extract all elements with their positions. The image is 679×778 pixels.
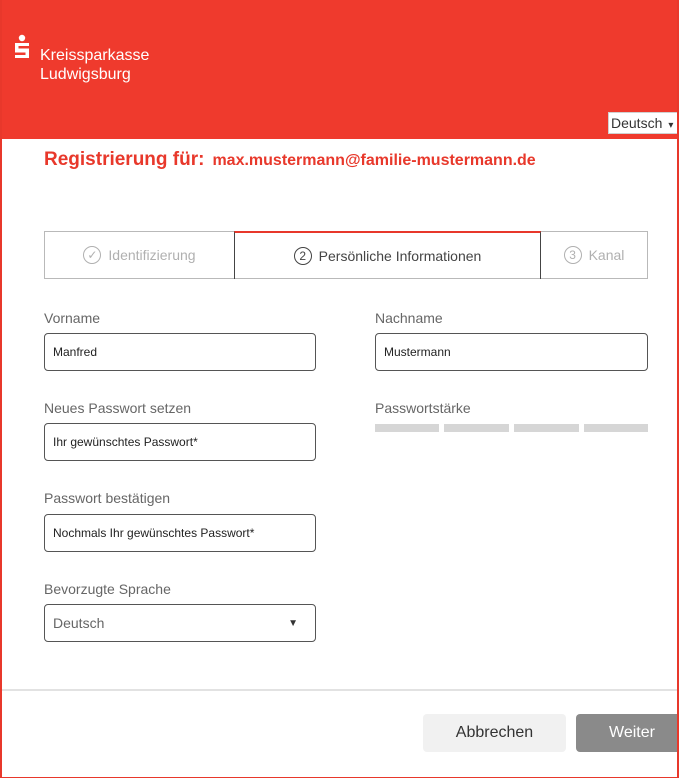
registration-label: Registrierung für: xyxy=(44,149,205,170)
step-number: 2 xyxy=(293,247,312,265)
preferred-language-value: Deutsch xyxy=(53,615,105,631)
chevron-down-icon: ▾ xyxy=(668,120,674,131)
step-number: 3 xyxy=(563,246,582,264)
language-select-value: Deutsch xyxy=(611,115,663,131)
lastname-input[interactable]: Mustermann xyxy=(375,333,648,371)
app-frame: Kreissparkasse Ludwigsburg Deutsch ▾ Regi… xyxy=(0,0,679,778)
registration-title: Registrierung für: max.mustermann@familie… xyxy=(44,149,536,171)
step-identifizierung[interactable]: ✓ Identifizierung xyxy=(45,232,234,278)
firstname-input[interactable]: Manfred xyxy=(44,333,316,371)
preferred-language-select[interactable]: Deutsch ▼ xyxy=(44,604,316,642)
password-strength-segment xyxy=(514,424,579,432)
password-strength-label: Passwortstärke xyxy=(375,400,471,416)
cancel-button[interactable]: Abbrechen xyxy=(423,714,566,752)
step-label: Persönliche Informationen xyxy=(318,248,482,264)
next-button[interactable]: Weiter xyxy=(576,714,677,752)
language-select[interactable]: Deutsch ▾ xyxy=(608,112,677,134)
password-strength-segment xyxy=(584,424,648,432)
brand-line-2: Ludwigsburg xyxy=(40,66,131,83)
header-bar: Kreissparkasse Ludwigsburg Deutsch ▾ xyxy=(2,0,677,139)
step-kanal[interactable]: 3 Kanal xyxy=(541,232,647,278)
registration-email: max.mustermann@familie-mustermann.de xyxy=(212,152,536,169)
sparkasse-logo-icon xyxy=(15,34,29,58)
step-indicator: ✓ Identifizierung 2 Persönliche Informat… xyxy=(44,231,648,279)
checkmark-icon: ✓ xyxy=(83,246,102,264)
step-label: Identifizierung xyxy=(108,247,196,263)
chevron-down-icon: ▼ xyxy=(288,618,298,629)
confirm-password-input[interactable]: Nochmals Ihr gewünschtes Passwort* xyxy=(44,514,316,552)
brand-name: Kreissparkasse Ludwigsburg xyxy=(40,46,149,84)
lastname-label: Nachname xyxy=(375,310,443,326)
password-strength-segment xyxy=(375,424,439,432)
firstname-label: Vorname xyxy=(44,310,101,326)
confirm-password-label: Passwort bestätigen xyxy=(44,490,171,506)
preferred-language-label: Bevorzugte Sprache xyxy=(44,581,171,597)
footer-divider xyxy=(2,689,677,691)
new-password-input[interactable]: Ihr gewünschtes Passwort* xyxy=(44,423,316,461)
password-strength-segment xyxy=(444,424,509,432)
new-password-label: Neues Passwort setzen xyxy=(44,400,192,416)
step-persoenliche-informationen[interactable]: 2 Persönliche Informationen xyxy=(234,231,541,279)
step-label: Kanal xyxy=(588,247,625,263)
brand-line-1: Kreissparkasse xyxy=(40,47,150,64)
